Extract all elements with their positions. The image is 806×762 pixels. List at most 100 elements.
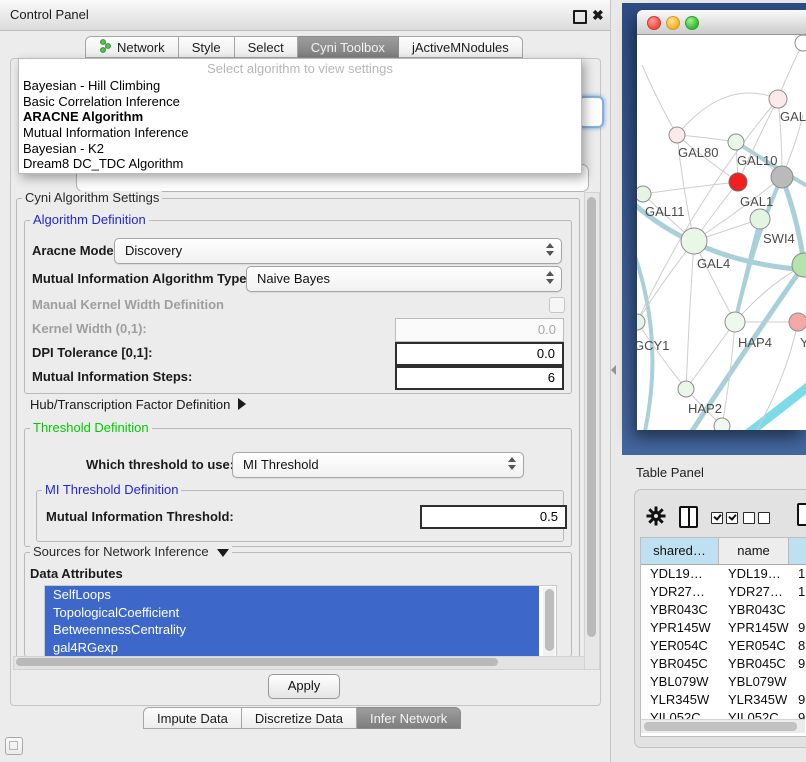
table-row[interactable]: YLR345WYLR345W9. [641, 691, 806, 709]
deselect-all-icon[interactable] [743, 512, 755, 524]
tab-select[interactable]: Select [235, 36, 298, 58]
table-cell: YPR145W [641, 619, 719, 637]
table-row[interactable]: YBR043CYBR043C [641, 601, 806, 619]
tab-discretize-data[interactable]: Discretize Data [242, 707, 357, 729]
table-row[interactable]: YDL19…YDL19…13 [641, 565, 806, 583]
spinner-arrows-icon [508, 457, 516, 470]
control-panel: Control Panel ✖ NetworkStyleSelectCyni T… [0, 0, 611, 762]
attribute-item-selfloops[interactable]: SelfLoops [45, 586, 539, 604]
algorithm-item-aracne-algorithm[interactable]: ARACNE Algorithm [19, 109, 581, 125]
algorithm-item-mutual-information-inference[interactable]: Mutual Information Inference [19, 125, 581, 141]
node-unlabeled[interactable] [795, 35, 806, 51]
tab-jactivemnodules-label: jActiveMNodules [412, 40, 509, 55]
node-unlabeled[interactable] [714, 418, 730, 430]
hub-tf-section-header[interactable]: Hub/Transcription Factor Definition [30, 397, 246, 412]
mi-threshold-definition-title: MI Threshold Definition [42, 483, 181, 497]
node-y[interactable] [789, 313, 806, 331]
table-cell: YDL19… [641, 565, 719, 583]
node-label-swi4: SWI4 [763, 231, 795, 246]
table-row[interactable]: YBL079WYBL079W [641, 673, 806, 691]
table-row[interactable]: YER054CYER054C8. [641, 637, 806, 655]
table-row[interactable]: YDR27…YDR27…12 [641, 583, 806, 601]
kernel-width-field[interactable]: 0.0 [395, 318, 564, 342]
table-horizontal-scrollbar[interactable] [641, 719, 805, 733]
column-header-shared-[interactable]: shared… [641, 538, 719, 564]
node-label-hap2: HAP2 [688, 401, 722, 416]
table-cell [789, 673, 806, 691]
column-header-name[interactable]: name [719, 538, 789, 564]
node-hap4[interactable] [725, 312, 745, 332]
select-all-icon[interactable] [711, 512, 723, 524]
tab-style[interactable]: Style [179, 36, 235, 58]
mi-threshold-field[interactable]: 0.5 [420, 505, 567, 529]
expander-expanded-icon [217, 549, 229, 557]
mac-close-icon[interactable] [647, 16, 661, 30]
algorithm-dropdown-hint: Select algorithm to view settings [19, 59, 581, 78]
panel-collapse-arrow-icon[interactable] [611, 365, 616, 375]
minimized-panel-icon[interactable] [5, 737, 23, 755]
deselect-all-icon[interactable] [758, 512, 770, 524]
algorithm-item-basic-correlation-inference[interactable]: Basic Correlation Inference [19, 94, 581, 110]
columns-icon[interactable] [679, 506, 698, 528]
gear-icon[interactable] [645, 505, 667, 532]
algorithm-item-bayesian-k2[interactable]: Bayesian - K2 [19, 141, 581, 157]
table-cell: YDL19… [719, 565, 789, 583]
settings-horizontal-scrollbar[interactable] [13, 656, 585, 670]
kernel-width-label: Kernel Width (0,1): [32, 321, 147, 336]
mi-threshold-label: Mutual Information Threshold: [46, 509, 234, 524]
attribute-item-betweennesscentrality[interactable]: BetweennessCentrality [45, 621, 539, 639]
apply-button[interactable]: Apply [268, 674, 340, 699]
aracne-mode-label: Aracne Mode: [32, 243, 118, 258]
tab-network[interactable]: Network [85, 36, 179, 58]
table-panel-title: Table Panel [636, 465, 704, 480]
select-all-icon[interactable] [726, 512, 738, 524]
table-cell: YBL079W [719, 673, 789, 691]
node-gal1[interactable] [750, 209, 770, 229]
node-gal11[interactable] [637, 186, 651, 202]
node-gal[interactable] [769, 90, 787, 108]
node-hap2[interactable] [678, 381, 694, 397]
mi-steps-field[interactable]: 6 [395, 366, 564, 390]
tab-jactivemnodules[interactable]: jActiveMNodules [399, 36, 523, 58]
close-icon[interactable]: ✖ [592, 5, 604, 25]
list-vertical-scrollbar[interactable] [543, 587, 555, 656]
tab-cyni-toolbox[interactable]: Cyni Toolbox [298, 36, 399, 58]
float-window-icon[interactable] [573, 10, 587, 24]
tab-discretize-data-label: Discretize Data [255, 711, 343, 726]
manual-kernel-checkbox[interactable] [549, 297, 565, 313]
table-cell: YLR345W [719, 691, 789, 709]
export-table-icon[interactable] [797, 503, 806, 526]
node-gal10[interactable] [728, 134, 744, 150]
algorithm-item-dream8-dc-tdc-algorithm[interactable]: Dream8 DC_TDC Algorithm [19, 156, 581, 172]
network-canvas[interactable]: GALGAL80GAL10GAL1GAL11SWI4GAL4GCY1HAP4YH… [637, 35, 806, 430]
mac-minimize-icon[interactable] [666, 16, 680, 30]
column-header-a[interactable]: A [789, 538, 806, 564]
which-threshold-combo[interactable]: MI Threshold [232, 452, 524, 478]
tab-network-label: Network [117, 40, 165, 55]
node-selected-red[interactable] [729, 173, 747, 191]
sources-group-title[interactable]: Sources for Network Inference [30, 545, 232, 559]
aracne-mode-combo[interactable]: Discovery [114, 238, 562, 264]
algorithm-item-bayesian-hill-climbing[interactable]: Bayesian - Hill Climbing [19, 78, 581, 94]
table-row[interactable]: YPR145WYPR145W9. [641, 619, 806, 637]
dpi-tolerance-field[interactable]: 0.0 [395, 342, 564, 366]
node-swi4[interactable] [792, 253, 806, 277]
node-gal4[interactable] [681, 228, 707, 254]
attribute-item-topologicalcoefficient[interactable]: TopologicalCoefficient [45, 604, 539, 622]
tab-infer-network[interactable]: Infer Network [357, 707, 461, 729]
dpi-tolerance-label: DPI Tolerance [0,1]: [32, 345, 152, 360]
mi-algorithm-type-combo[interactable]: Naive Bayes [246, 266, 562, 292]
mac-zoom-icon[interactable] [685, 16, 699, 30]
node-table: shared…nameA YDL19…YDL19…13YDR27…YDR27…1… [640, 537, 806, 737]
attribute-item-gal4rgexp[interactable]: gal4RGexp [45, 639, 539, 657]
node-label-gal11: GAL11 [645, 204, 685, 219]
tab-impute-data[interactable]: Impute Data [143, 707, 242, 729]
table-row[interactable]: YBR045CYBR045C9. [641, 655, 806, 673]
settings-vertical-scrollbar[interactable] [584, 192, 600, 670]
node-gal80[interactable] [669, 127, 685, 143]
node-gray[interactable] [771, 166, 793, 188]
table-cell: YDR27… [719, 583, 789, 601]
table-cell: YPR145W [719, 619, 789, 637]
mi-algorithm-type-value: Naive Bayes [257, 271, 330, 286]
node-gcy1[interactable] [637, 314, 645, 330]
